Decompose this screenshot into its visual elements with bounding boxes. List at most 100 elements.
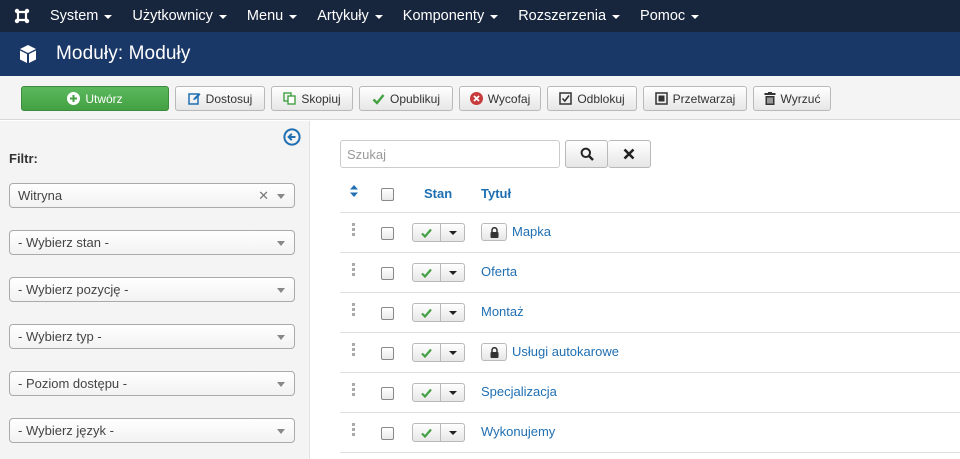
nav-item-articles[interactable]: Artykuły	[307, 0, 393, 32]
status-column-header[interactable]: Stan	[424, 186, 452, 201]
access-filter-select[interactable]: - Poziom dostępu -	[9, 371, 295, 396]
page-header: Moduły: Moduły	[0, 32, 960, 76]
drag-handle-icon[interactable]	[352, 263, 356, 276]
checkin-button-label: Odblokuj	[577, 91, 625, 106]
row-checkbox[interactable]	[381, 307, 394, 320]
nav-item-label: Menu	[246, 8, 284, 24]
access-filter-value: - Poziom dostępu -	[18, 376, 128, 391]
publish-button[interactable]: Opublikuj	[359, 86, 453, 111]
nav-item-label: Użytkownicy	[132, 8, 213, 24]
chevron-down-icon[interactable]	[441, 424, 464, 441]
check-icon[interactable]	[413, 304, 441, 321]
nav-item-extensions[interactable]: Rozszerzenia	[508, 0, 630, 32]
nav-item-help[interactable]: Pomoc	[630, 0, 709, 32]
copy-icon	[283, 92, 297, 105]
drag-handle-icon[interactable]	[352, 423, 356, 436]
site-filter-select[interactable]: Witryna ✕	[9, 183, 295, 208]
chevron-down-icon[interactable]	[441, 224, 464, 241]
drag-handle-icon[interactable]	[352, 303, 356, 316]
joomla-icon[interactable]	[0, 0, 44, 32]
language-filter-select[interactable]: - Wybierz język -	[9, 418, 295, 443]
search-input[interactable]	[340, 140, 560, 168]
drag-handle-icon[interactable]	[352, 343, 356, 356]
trash-button-label: Wyrzuć	[780, 91, 821, 106]
status-toggle[interactable]	[412, 383, 465, 402]
select-all-checkbox[interactable]	[381, 188, 394, 201]
row-checkbox[interactable]	[381, 267, 394, 280]
row-checkbox[interactable]	[381, 427, 394, 440]
chevron-down-icon	[277, 429, 285, 434]
module-title-link[interactable]: Wykonujemy	[481, 424, 555, 439]
module-title-link[interactable]: Specjalizacja	[481, 384, 557, 399]
module-title-link[interactable]: Montaż	[481, 304, 524, 319]
nav-item-label: Komponenty	[402, 8, 485, 24]
check-icon[interactable]	[413, 224, 441, 241]
clear-search-button[interactable]	[608, 140, 651, 168]
row-checkbox[interactable]	[381, 347, 394, 360]
square-icon	[654, 92, 668, 105]
position-filter-value: - Wybierz pozycję -	[18, 282, 129, 297]
check-icon[interactable]	[413, 264, 441, 281]
nav-item-users[interactable]: Użytkownicy	[122, 0, 237, 32]
page-title: Moduły: Moduły	[56, 43, 191, 64]
chevron-down-icon[interactable]	[441, 304, 464, 321]
chevron-down-icon	[277, 382, 285, 387]
batch-button[interactable]: Przetwarzaj	[643, 86, 747, 111]
plus-circle-icon	[67, 92, 81, 105]
unpublish-button[interactable]: Wycofaj	[459, 86, 541, 111]
row-checkbox[interactable]	[381, 387, 394, 400]
trash-button[interactable]: Wyrzuć	[753, 86, 831, 111]
nav-item-system[interactable]: System	[44, 0, 122, 32]
chevron-down-icon[interactable]	[441, 264, 464, 281]
nav-item-label: Rozszerzenia	[518, 8, 607, 24]
lock-icon[interactable]	[481, 343, 507, 361]
drag-handle-icon[interactable]	[352, 223, 356, 236]
check-icon[interactable]	[413, 384, 441, 401]
state-filter-select[interactable]: - Wybierz stan -	[9, 230, 295, 255]
title-column-header[interactable]: Tytuł	[481, 186, 511, 201]
unpublish-button-label: Wycofaj	[487, 91, 531, 106]
publish-button-label: Opublikuj	[389, 91, 441, 106]
copy-button[interactable]: Skopiuj	[271, 86, 353, 111]
type-filter-value: - Wybierz typ -	[18, 329, 102, 344]
nav-item-label: Artykuły	[317, 8, 369, 24]
status-toggle[interactable]	[412, 423, 465, 442]
top-navbar: System Użytkownicy Menu Artykuły Kompone…	[0, 0, 960, 32]
checkin-button[interactable]: Odblokuj	[547, 86, 637, 111]
module-title-link[interactable]: Oferta	[481, 264, 517, 279]
status-toggle[interactable]	[412, 263, 465, 282]
status-toggle[interactable]	[412, 343, 465, 362]
type-filter-select[interactable]: - Wybierz typ -	[9, 324, 295, 349]
table-header: Stan Tytuł	[340, 175, 960, 213]
chevron-down-icon[interactable]	[441, 384, 464, 401]
drag-handle-icon[interactable]	[352, 383, 356, 396]
table-row: Oferta	[340, 253, 960, 293]
arrow-left-circle-icon[interactable]	[283, 128, 301, 146]
caret-down-icon	[374, 15, 383, 19]
clear-icon[interactable]: ✕	[258, 188, 269, 204]
module-title-link[interactable]: Usługi autokarowe	[512, 344, 619, 359]
position-filter-select[interactable]: - Wybierz pozycję -	[9, 277, 295, 302]
table-row: Wykonujemy	[340, 413, 960, 453]
new-button[interactable]: Utwórz	[21, 86, 169, 111]
trash-icon	[764, 92, 776, 105]
caret-down-icon	[218, 15, 227, 19]
status-toggle[interactable]	[412, 303, 465, 322]
row-checkbox[interactable]	[381, 227, 394, 240]
edit-button[interactable]: Dostosuj	[175, 86, 265, 111]
check-icon[interactable]	[413, 344, 441, 361]
check-icon	[372, 93, 385, 105]
status-toggle[interactable]	[412, 223, 465, 242]
table-row: Usługi autokarowe	[340, 333, 960, 373]
chevron-down-icon[interactable]	[441, 344, 464, 361]
search-button[interactable]	[565, 140, 608, 168]
lock-icon[interactable]	[481, 223, 507, 241]
module-title-link[interactable]: Mapka	[512, 224, 551, 239]
table-row: Specjalizacja	[340, 373, 960, 413]
check-icon[interactable]	[413, 424, 441, 441]
language-filter-value: - Wybierz język -	[18, 423, 114, 438]
nav-item-label: Pomoc	[640, 8, 686, 24]
nav-item-menu[interactable]: Menu	[237, 0, 307, 32]
sort-icon[interactable]	[350, 185, 358, 200]
nav-item-components[interactable]: Komponenty	[393, 0, 508, 32]
